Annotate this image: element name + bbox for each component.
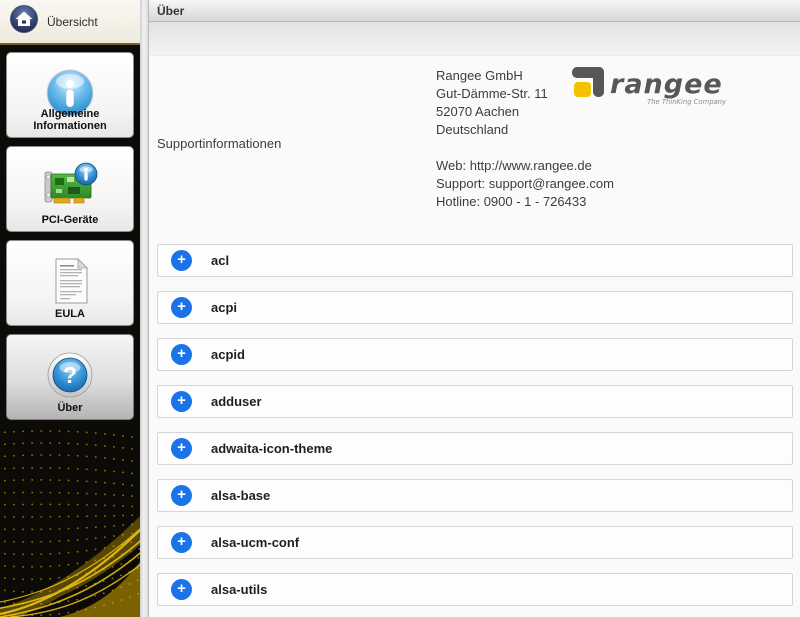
- rangee-logo: rangee The ThinKing Company: [570, 65, 728, 109]
- sidebar-item-eula[interactable]: EULA: [6, 240, 134, 326]
- package-row-acpi[interactable]: + acpi: [157, 291, 793, 324]
- expand-plus-icon[interactable]: +: [171, 532, 192, 553]
- package-list: + acl + acpi + acpid + adduser + adwaita…: [157, 244, 793, 606]
- panel-header-band: [149, 22, 800, 56]
- support-section: Supportinformationen Rangee GmbH Gut-Däm…: [149, 56, 800, 234]
- package-row-adwaita-icon-theme[interactable]: + adwaita-icon-theme: [157, 432, 793, 465]
- contact-line-web: Web: http://www.rangee.de: [436, 157, 614, 175]
- panel-titlebar: Über: [149, 0, 800, 22]
- sidebar-artwork: [0, 425, 140, 617]
- package-row-acpid[interactable]: + acpid: [157, 338, 793, 371]
- support-info-label: Supportinformationen: [157, 136, 281, 151]
- expand-plus-icon[interactable]: +: [171, 438, 192, 459]
- main-panel: Über Supportinformationen Rangee GmbH Gu…: [148, 0, 800, 617]
- contact-line-hotline: Hotline: 0900 - 1 - 726433: [436, 193, 614, 211]
- package-name: adwaita-icon-theme: [211, 441, 332, 456]
- expand-plus-icon[interactable]: +: [171, 250, 192, 271]
- address-spacer: [436, 139, 614, 157]
- package-row-alsa-utils[interactable]: + alsa-utils: [157, 573, 793, 606]
- rangee-tagline: The ThinKing Company: [647, 98, 727, 106]
- package-name: acpid: [211, 347, 245, 362]
- expand-plus-icon[interactable]: +: [171, 344, 192, 365]
- home-icon: [9, 4, 39, 39]
- sidebar: Übersicht Allgemeine Informationen: [0, 0, 140, 617]
- expand-plus-icon[interactable]: +: [171, 297, 192, 318]
- expand-plus-icon[interactable]: +: [171, 485, 192, 506]
- sidebar-item-overview[interactable]: Übersicht: [0, 0, 140, 45]
- sidebar-item-eula-label: EULA: [7, 308, 133, 320]
- package-name: acl: [211, 253, 229, 268]
- package-row-alsa-base[interactable]: + alsa-base: [157, 479, 793, 512]
- svg-text:?: ?: [63, 362, 77, 388]
- sidebar-content-divider: [140, 0, 148, 617]
- package-name: alsa-ucm-conf: [211, 535, 299, 550]
- package-name: alsa-utils: [211, 582, 267, 597]
- document-icon: [49, 256, 91, 306]
- expand-plus-icon[interactable]: +: [171, 391, 192, 412]
- sidebar-item-about-label: Über: [7, 402, 133, 414]
- contact-line-support: Support: support@rangee.com: [436, 175, 614, 193]
- sidebar-item-about[interactable]: ? Über: [6, 334, 134, 420]
- sidebar-item-pci-devices[interactable]: PCI-Geräte: [6, 146, 134, 232]
- sidebar-item-general-info-label: Allgemeine Informationen: [7, 108, 133, 132]
- sidebar-item-general-info[interactable]: Allgemeine Informationen: [6, 52, 134, 138]
- package-name: adduser: [211, 394, 262, 409]
- pci-card-icon: [41, 162, 99, 212]
- package-name: acpi: [211, 300, 237, 315]
- rangee-wordmark: rangee: [610, 69, 723, 100]
- question-icon: ?: [46, 351, 94, 399]
- package-name: alsa-base: [211, 488, 270, 503]
- address-line: Deutschland: [436, 121, 614, 139]
- sidebar-item-pci-devices-label: PCI-Geräte: [7, 214, 133, 226]
- sidebar-item-overview-label: Übersicht: [47, 15, 98, 29]
- package-row-acl[interactable]: + acl: [157, 244, 793, 277]
- panel-title: Über: [157, 4, 184, 18]
- expand-plus-icon[interactable]: +: [171, 579, 192, 600]
- package-row-adduser[interactable]: + adduser: [157, 385, 793, 418]
- package-row-alsa-ucm-conf[interactable]: + alsa-ucm-conf: [157, 526, 793, 559]
